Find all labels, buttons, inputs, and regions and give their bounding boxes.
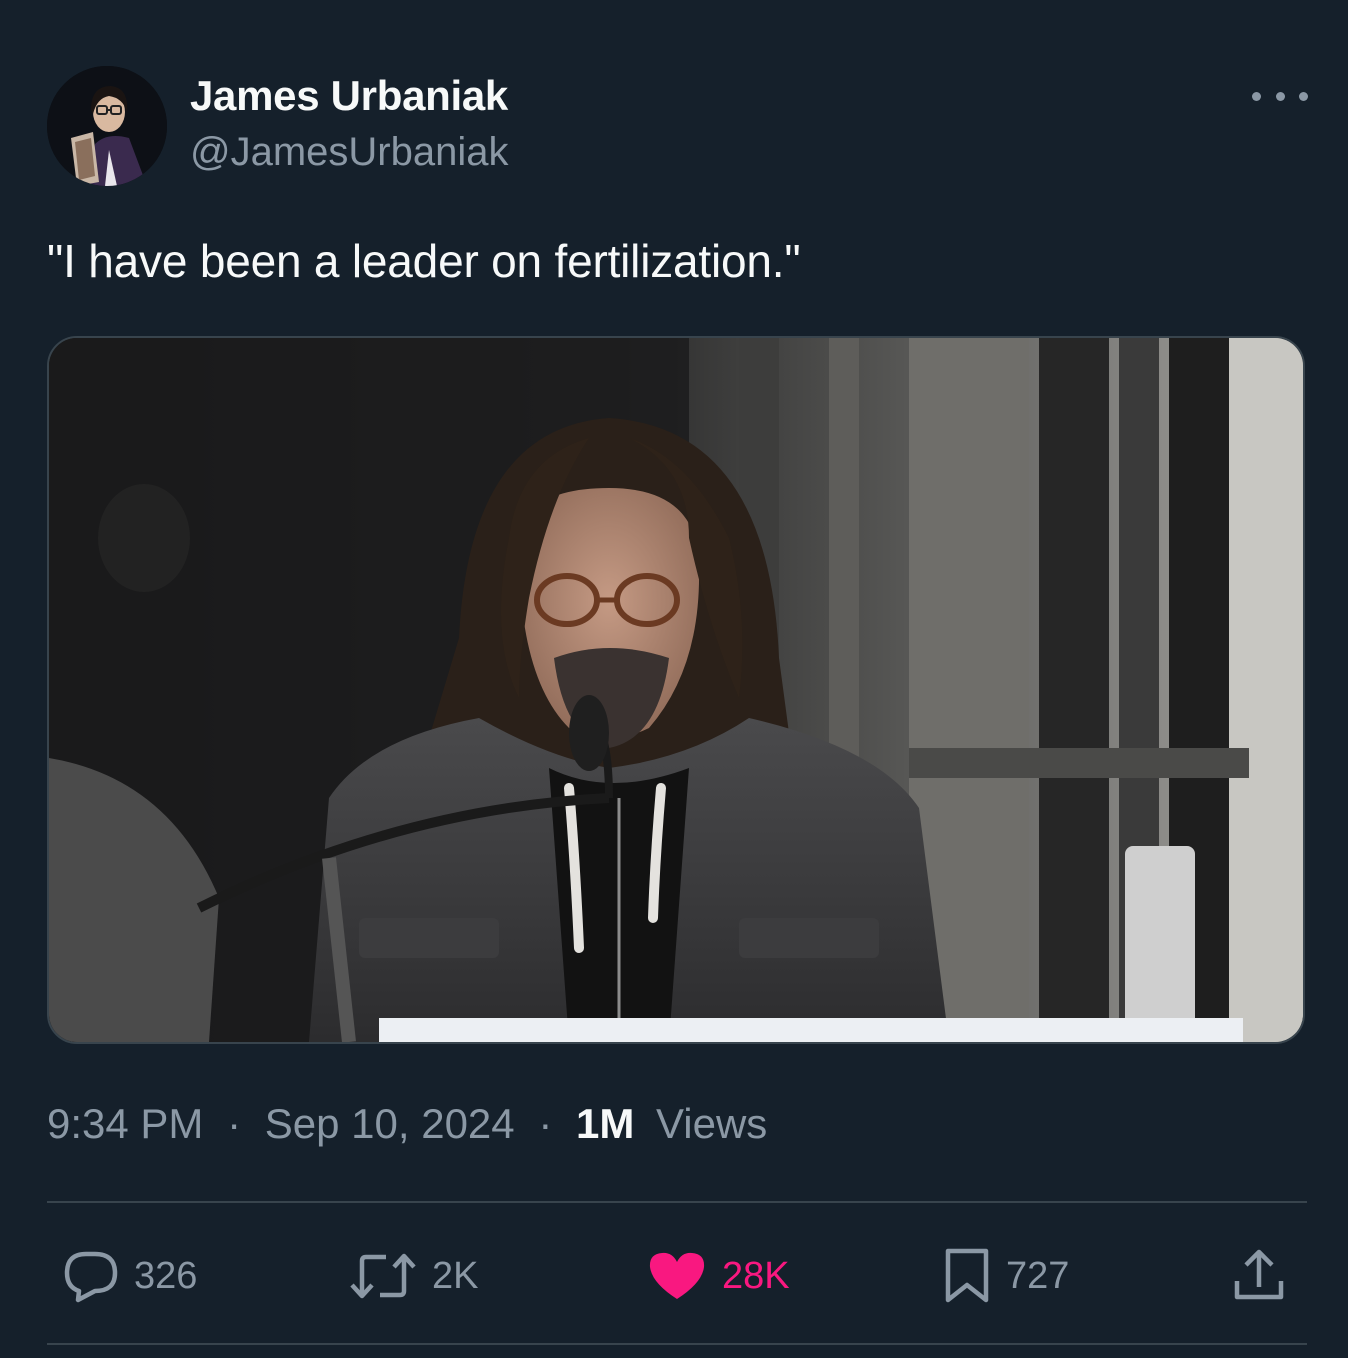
reply-count: 326 (134, 1254, 198, 1297)
bookmark-button[interactable]: 727 (942, 1248, 1069, 1304)
tweet-card: James Urbaniak @JamesUrbaniak "I have be… (0, 0, 1348, 1358)
speech-bubble-icon (64, 1251, 118, 1303)
more-dot (1275, 91, 1285, 101)
divider (47, 1343, 1307, 1345)
avatar-image (47, 66, 167, 186)
more-dot (1252, 91, 1261, 101)
bookmark-icon (945, 1248, 989, 1303)
tweet-date[interactable]: Sep 10, 2024 (265, 1100, 515, 1147)
retweet-arrows-icon (350, 1253, 416, 1299)
more-dot (1299, 91, 1308, 101)
heart-icon (649, 1252, 705, 1299)
meta-separator: · (538, 1100, 553, 1147)
retweet-button[interactable]: 2K (348, 1248, 478, 1304)
views-label: Views (656, 1100, 768, 1147)
photo-speaker-at-podium (49, 338, 1303, 1042)
divider (47, 1201, 1307, 1203)
author-handle[interactable]: @JamesUrbaniak (190, 130, 509, 175)
share-upload-icon (1234, 1249, 1284, 1300)
retweet-count: 2K (432, 1254, 479, 1297)
tweet-meta: 9:34 PM · Sep 10, 2024 · 1M Views (47, 1100, 767, 1148)
share-button[interactable] (1230, 1248, 1288, 1304)
bookmark-count: 727 (1006, 1254, 1070, 1297)
like-button[interactable]: 28K (646, 1248, 790, 1304)
author-display-name[interactable]: James Urbaniak (190, 72, 508, 120)
views-count: 1M (576, 1100, 635, 1147)
tweet-text: "I have been a leader on fertilization." (47, 235, 801, 287)
author-avatar[interactable] (47, 66, 167, 186)
more-options-button[interactable] (1252, 78, 1308, 114)
like-count: 28K (722, 1254, 790, 1297)
reply-button[interactable]: 326 (62, 1248, 197, 1304)
tweet-time[interactable]: 9:34 PM (47, 1100, 203, 1147)
tweet-media-photo[interactable] (47, 336, 1305, 1044)
meta-separator: · (227, 1100, 242, 1147)
